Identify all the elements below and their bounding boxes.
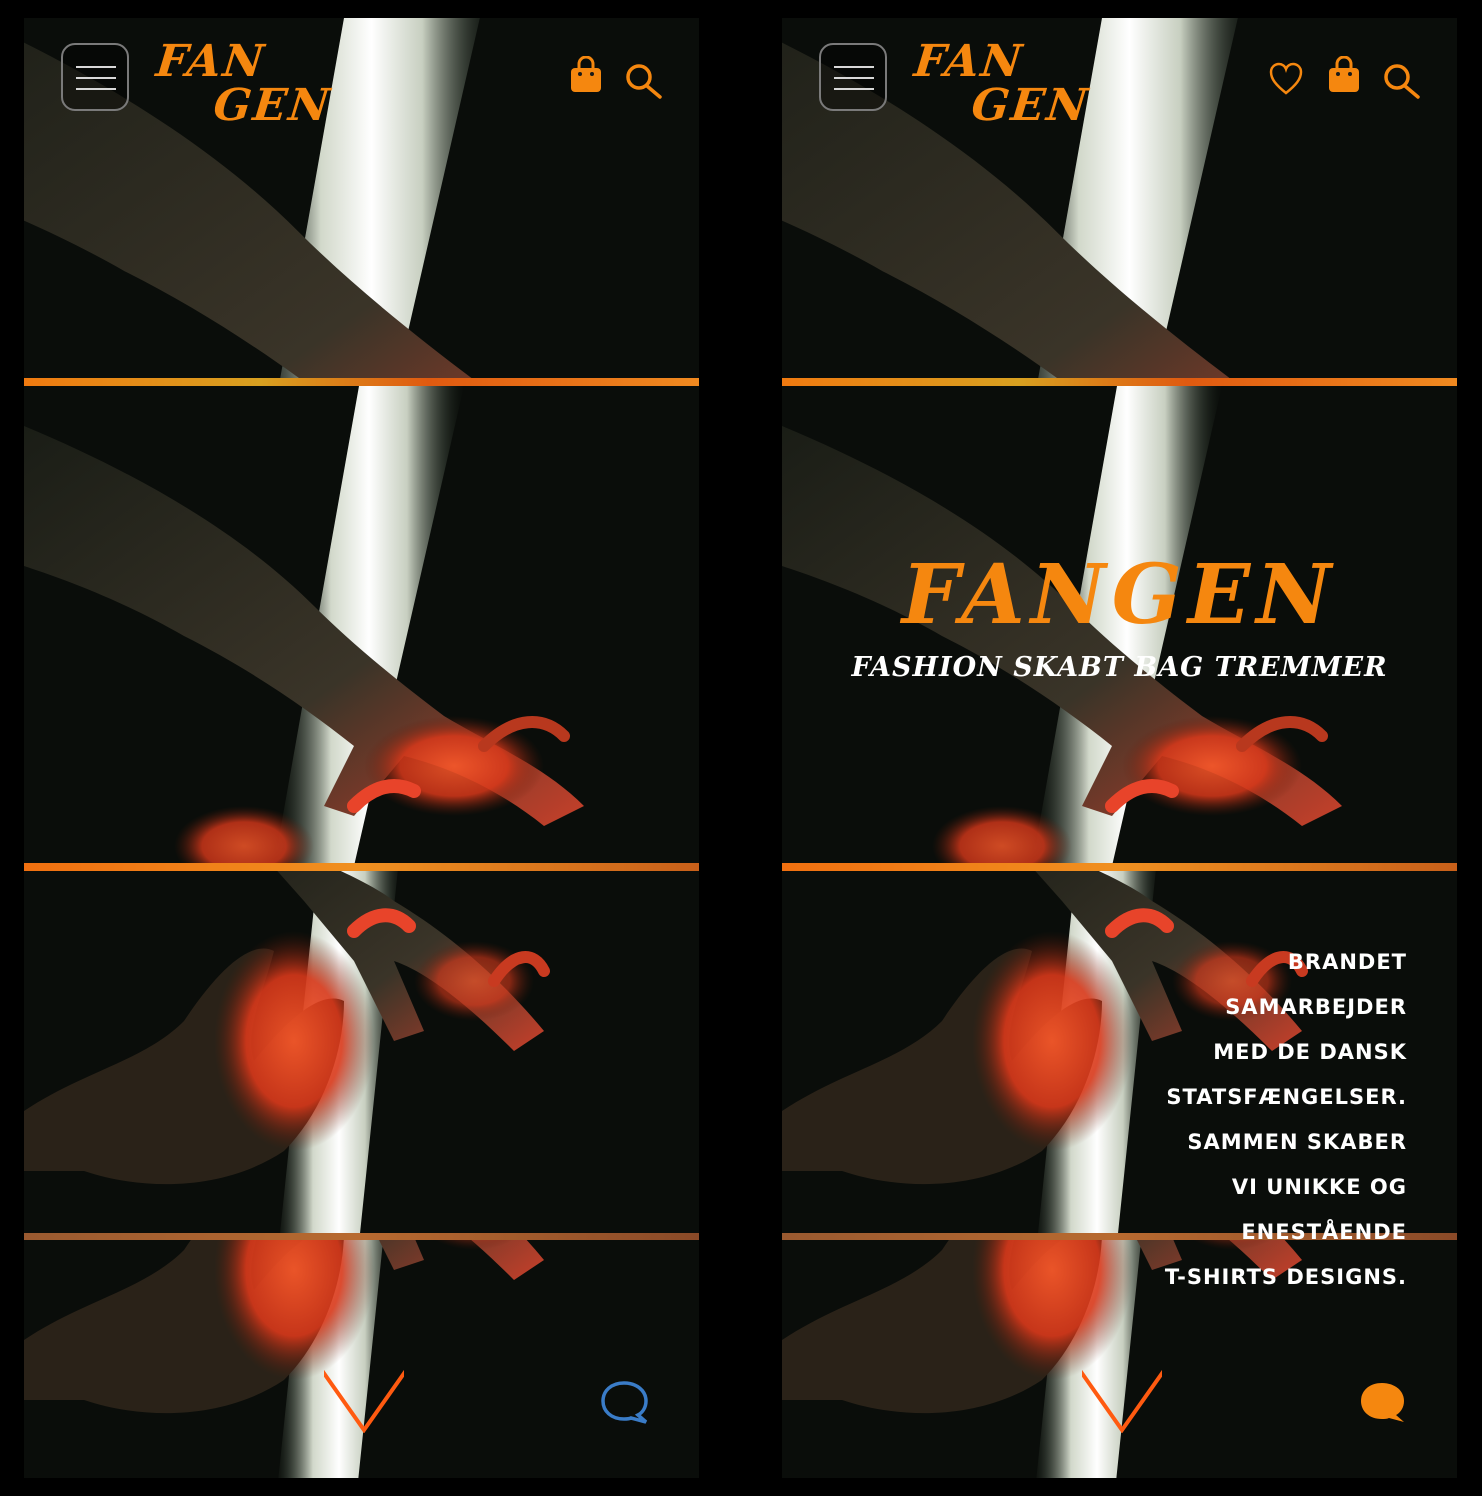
divider-bar bbox=[24, 378, 699, 386]
divider-bar bbox=[24, 863, 699, 871]
about-line: SAMMEN SKABER bbox=[1187, 1130, 1407, 1154]
about-line: STATSFÆNGELSER. bbox=[1166, 1085, 1407, 1109]
search-icon[interactable] bbox=[1382, 62, 1422, 106]
divider-bar bbox=[782, 863, 1457, 871]
brand-logo[interactable]: FAN GEN bbox=[907, 36, 1096, 131]
hero-title: FANGEN bbox=[901, 547, 1338, 643]
phone-screen-left: FAN GEN bbox=[24, 18, 699, 1478]
about-text: BRANDET SAMARBEJDER MED DE DANSK STATSFÆ… bbox=[1165, 940, 1407, 1300]
hamburger-menu-button[interactable] bbox=[819, 43, 887, 111]
about-line: SAMARBEJDER bbox=[1225, 995, 1407, 1019]
hero-subtitle: FASHION SKABT BAG TREMMER bbox=[851, 652, 1388, 683]
hamburger-menu-button[interactable] bbox=[61, 43, 129, 111]
about-line: BRANDET bbox=[1287, 950, 1407, 974]
arrow-down-icon[interactable] bbox=[314, 1128, 414, 1437]
about-line: VI UNIKKE OG bbox=[1231, 1175, 1407, 1199]
chat-bubble-icon[interactable] bbox=[1358, 1380, 1408, 1430]
about-line: ENESTÅENDE bbox=[1241, 1220, 1407, 1244]
hero-image-panel-middle bbox=[24, 386, 699, 863]
divider-bar bbox=[782, 378, 1457, 386]
search-icon[interactable] bbox=[624, 62, 664, 106]
brand-logo[interactable]: FAN GEN bbox=[149, 36, 338, 131]
about-line: T-SHIRTS DESIGNS. bbox=[1164, 1265, 1407, 1289]
about-line: MED DE DANSK bbox=[1213, 1040, 1407, 1064]
shopping-bag-icon[interactable] bbox=[569, 55, 603, 98]
shopping-bag-icon[interactable] bbox=[1327, 55, 1361, 98]
logo-line-2: GEN bbox=[211, 80, 334, 131]
phone-screen-right: FAN GEN FANGEN FASHION SKABT BAG TREMMER… bbox=[782, 18, 1457, 1478]
chat-bubble-icon[interactable] bbox=[600, 1380, 650, 1430]
arrow-down-icon[interactable] bbox=[1072, 1128, 1172, 1437]
logo-line-2: GEN bbox=[969, 80, 1092, 131]
heart-icon[interactable] bbox=[1268, 62, 1304, 100]
